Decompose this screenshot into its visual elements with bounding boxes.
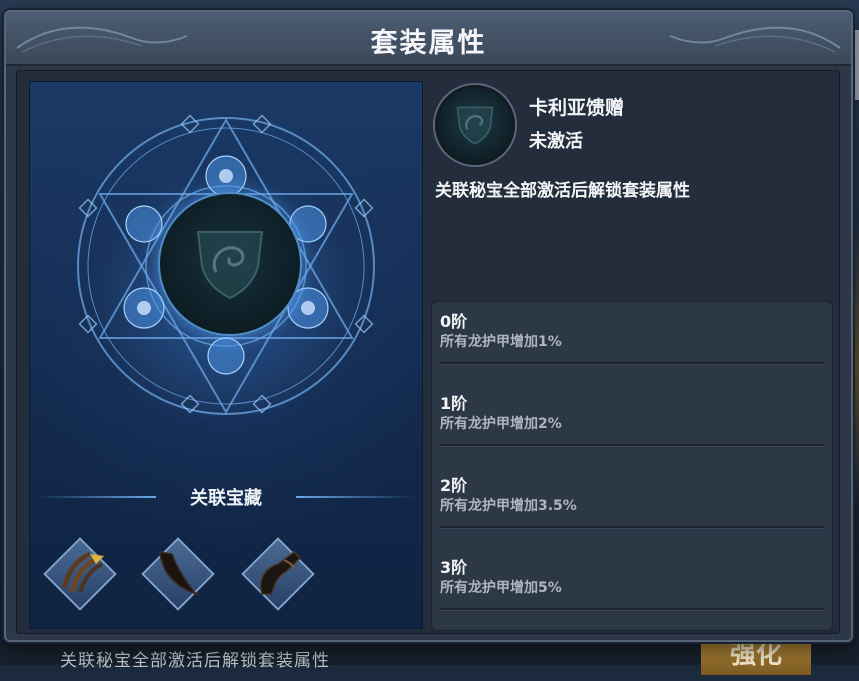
tier-effect: 所有龙护甲增加5% [440,580,562,596]
treasure-slot-1[interactable] [43,537,117,611]
related-treasures-header: 关联宝藏 [30,480,422,514]
dialog-content: 关联宝藏 卡利亚馈赠 未激活 关联秘宝全部激活后解锁套装属性 0阶 所有龙护甲增… [16,70,840,634]
set-emblem [158,192,302,336]
tier-name: 2阶 [440,476,468,495]
set-attributes-dialog: 套装属性 关联宝藏 卡利亚馈赠 未激活 关联秘宝全部激活后解锁套装属性 0阶 所… [4,10,853,642]
tier-name: 0阶 [440,312,468,331]
tier-item: 2阶 所有龙护甲增加3.5% [440,466,824,548]
tier-divider [440,608,824,610]
dragon-shield-icon [456,106,494,145]
background-hint-text: 关联秘宝全部激活后解锁套装属性 [60,651,330,671]
horn-icon [159,551,199,596]
tier-divider [440,362,824,364]
set-description: 关联秘宝全部激活后解锁套装属性 [435,181,690,201]
tier-effect: 所有龙护甲增加2% [440,416,562,432]
tier-item: 0阶 所有龙护甲增加1% [440,302,824,384]
claw-icon [61,551,104,593]
treasure-slot-2[interactable] [141,537,215,611]
tier-effect: 所有龙护甲增加3.5% [440,498,577,514]
tier-list[interactable]: 0阶 所有龙护甲增加1% 1阶 所有龙护甲增加2% 2阶 所有龙护甲增加3.5%… [431,301,833,631]
treasure-slot-3[interactable] [241,537,315,611]
tier-name: 3阶 [440,558,468,577]
tier-effect: 所有龙护甲增加1% [440,334,562,350]
tier-divider [440,444,824,446]
tier-item: 1阶 所有龙护甲增加2% [440,384,824,466]
dragon-shield-icon [196,231,264,300]
tier-item: 3阶 所有龙护甲增加5% [440,548,824,630]
set-status: 未激活 [529,131,583,152]
magic-circle-panel: 关联宝藏 [29,81,423,629]
set-name: 卡利亚馈赠 [529,97,625,119]
set-icon [435,85,515,165]
curved-horn-icon [260,551,302,595]
title-ornament-right [669,26,841,53]
dialog-titlebar: 套装属性 [6,12,851,66]
tier-name: 1阶 [440,394,468,413]
header-divider-right [296,496,416,498]
tier-divider [440,526,824,528]
